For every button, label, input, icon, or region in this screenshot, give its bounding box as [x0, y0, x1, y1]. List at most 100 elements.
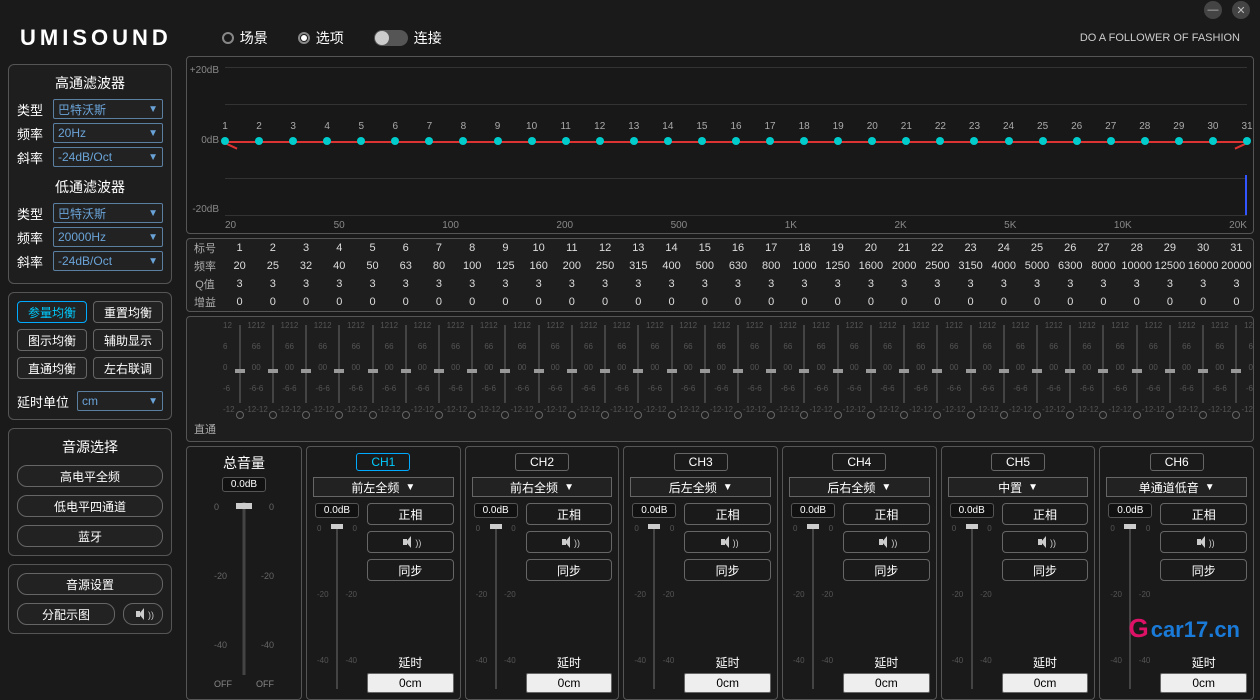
eq-point[interactable]	[936, 137, 944, 145]
channel-label[interactable]: CH6	[1150, 453, 1204, 471]
cell-freq[interactable]: 160	[522, 260, 555, 272]
eq-fader[interactable]: 12126600-6-6-12-12	[422, 321, 455, 421]
lp-freq-select[interactable]: 20000Hz▼	[53, 227, 163, 247]
cell-freq[interactable]: 50	[356, 260, 389, 272]
cell-q[interactable]: 3	[755, 278, 788, 290]
channel-assign-select[interactable]: 前右全频▼	[472, 477, 613, 497]
cell-q[interactable]: 3	[854, 278, 887, 290]
eq-point[interactable]	[970, 137, 978, 145]
eq-point[interactable]	[630, 137, 638, 145]
eq-point[interactable]	[664, 137, 672, 145]
cell-gain[interactable]: 0	[622, 296, 655, 308]
cell-freq[interactable]: 250	[588, 260, 621, 272]
cell-freq[interactable]: 32	[289, 260, 322, 272]
cell-gain[interactable]: 0	[1153, 296, 1186, 308]
bypass-radio[interactable]	[236, 411, 244, 419]
cell-index[interactable]: 31	[1220, 242, 1253, 254]
bypass-radio[interactable]	[501, 411, 509, 419]
cell-gain[interactable]: 0	[1220, 296, 1253, 308]
cell-q[interactable]: 3	[356, 278, 389, 290]
eq-fader[interactable]: 12126600-6-6-12-12	[323, 321, 356, 421]
eq-point[interactable]	[323, 137, 331, 145]
channel-fader[interactable]: 00-20-20-40-40	[793, 520, 833, 693]
phase-button[interactable]: 正相	[1002, 503, 1089, 525]
cell-freq[interactable]: 4000	[987, 260, 1020, 272]
cell-gain[interactable]: 0	[1054, 296, 1087, 308]
cell-gain[interactable]: 0	[489, 296, 522, 308]
cell-gain[interactable]: 0	[1020, 296, 1053, 308]
cell-index[interactable]: 29	[1153, 242, 1186, 254]
eq-fader[interactable]: 12126600-6-6-12-12	[1187, 321, 1220, 421]
cell-index[interactable]: 4	[323, 242, 356, 254]
eq-fader[interactable]: 12126600-6-6-12-12	[256, 321, 289, 421]
phase-button[interactable]: 正相	[684, 503, 771, 525]
eq-point[interactable]	[800, 137, 808, 145]
eq-fader[interactable]: 12126600-6-6-12-12	[356, 321, 389, 421]
eq-point[interactable]	[221, 137, 229, 145]
channel-fader[interactable]: 00-20-20-40-40	[476, 520, 516, 693]
cell-index[interactable]: 12	[588, 242, 621, 254]
bypass-radio[interactable]	[435, 411, 443, 419]
eq-fader[interactable]: 12126600-6-6-12-12	[389, 321, 422, 421]
eq-point[interactable]	[1073, 137, 1081, 145]
eq-point[interactable]	[391, 137, 399, 145]
cell-gain[interactable]: 0	[456, 296, 489, 308]
cell-gain[interactable]: 0	[921, 296, 954, 308]
cell-index[interactable]: 20	[854, 242, 887, 254]
cell-freq[interactable]: 1250	[821, 260, 854, 272]
cell-index[interactable]: 6	[389, 242, 422, 254]
hp-slope-select[interactable]: -24dB/Oct▼	[53, 147, 163, 167]
cell-index[interactable]: 3	[289, 242, 322, 254]
bypass-radio[interactable]	[1199, 411, 1207, 419]
channel-label[interactable]: CH3	[674, 453, 728, 471]
delay-value[interactable]: 0cm	[526, 673, 613, 693]
cell-q[interactable]: 3	[389, 278, 422, 290]
cell-index[interactable]: 19	[821, 242, 854, 254]
cell-q[interactable]: 3	[987, 278, 1020, 290]
cell-freq[interactable]: 20000	[1220, 260, 1253, 272]
eq-point[interactable]	[902, 137, 910, 145]
eq-point[interactable]	[494, 137, 502, 145]
bypass-radio[interactable]	[800, 411, 808, 419]
channel-assign-select[interactable]: 前左全频▼	[313, 477, 454, 497]
cell-index[interactable]: 2	[256, 242, 289, 254]
cell-freq[interactable]: 8000	[1087, 260, 1120, 272]
param-eq-button[interactable]: 参量均衡	[17, 301, 87, 323]
bypass-radio[interactable]	[1099, 411, 1107, 419]
cell-q[interactable]: 3	[655, 278, 688, 290]
sync-button[interactable]: 同步	[367, 559, 454, 581]
cell-gain[interactable]: 0	[721, 296, 754, 308]
bypass-radio[interactable]	[634, 411, 642, 419]
bypass-radio[interactable]	[1066, 411, 1074, 419]
bypass-radio[interactable]	[668, 411, 676, 419]
cell-gain[interactable]: 0	[356, 296, 389, 308]
channel-label[interactable]: CH5	[991, 453, 1045, 471]
bypass-radio[interactable]	[767, 411, 775, 419]
delay-value[interactable]: 0cm	[1002, 673, 1089, 693]
cell-q[interactable]: 3	[721, 278, 754, 290]
cell-freq[interactable]: 1600	[854, 260, 887, 272]
cell-q[interactable]: 3	[888, 278, 921, 290]
graphic-eq-button[interactable]: 图示均衡	[17, 329, 87, 351]
eq-point[interactable]	[596, 137, 604, 145]
eq-fader[interactable]: 12126600-6-6-12-12	[888, 321, 921, 421]
cell-gain[interactable]: 0	[788, 296, 821, 308]
cell-freq[interactable]: 2000	[888, 260, 921, 272]
bypass-radio[interactable]	[701, 411, 709, 419]
delay-value[interactable]: 0cm	[1160, 673, 1247, 693]
cell-q[interactable]: 3	[256, 278, 289, 290]
cell-freq[interactable]: 5000	[1020, 260, 1053, 272]
cell-index[interactable]: 16	[721, 242, 754, 254]
cell-index[interactable]: 23	[954, 242, 987, 254]
eq-fader[interactable]: 12126600-6-6-12-12	[655, 321, 688, 421]
cell-index[interactable]: 14	[655, 242, 688, 254]
phase-button[interactable]: 正相	[526, 503, 613, 525]
eq-point[interactable]	[528, 137, 536, 145]
cell-freq[interactable]: 3150	[954, 260, 987, 272]
eq-graph[interactable]: +20dB 0dB -20dB 123456789101112131415161…	[186, 56, 1254, 234]
cell-gain[interactable]: 0	[655, 296, 688, 308]
channel-assign-select[interactable]: 中置▼	[948, 477, 1089, 497]
bypass-radio[interactable]	[402, 411, 410, 419]
eq-fader[interactable]: 12126600-6-6-12-12	[489, 321, 522, 421]
eq-fader[interactable]: 12126600-6-6-12-12	[821, 321, 854, 421]
